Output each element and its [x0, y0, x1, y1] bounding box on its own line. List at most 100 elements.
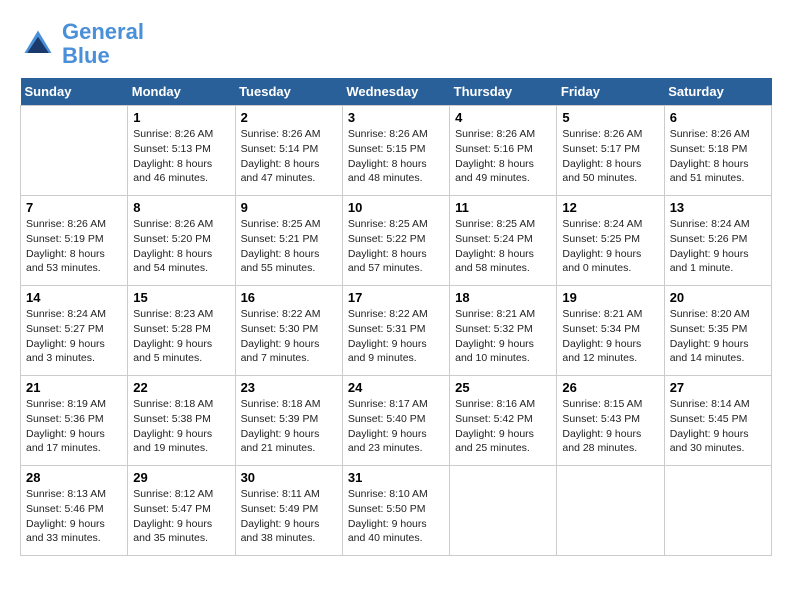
calendar-body: 1 Sunrise: 8:26 AMSunset: 5:13 PMDaylight…: [21, 106, 772, 556]
day-number: 4: [455, 110, 551, 125]
day-cell: 21Sunrise: 8:19 AMSunset: 5:36 PMDayligh…: [21, 376, 128, 466]
week-row-2: 7Sunrise: 8:26 AMSunset: 5:19 PMDaylight…: [21, 196, 772, 286]
day-number: 26: [562, 380, 658, 395]
day-info: Sunrise: 8:26 AMSunset: 5:13 PMDaylight:…: [133, 127, 229, 186]
header-cell-wednesday: Wednesday: [342, 78, 449, 106]
logo-icon: [20, 26, 56, 62]
day-number: 14: [26, 290, 122, 305]
logo-text: General Blue: [62, 20, 144, 68]
day-number: 13: [670, 200, 766, 215]
day-number: 7: [26, 200, 122, 215]
header-row: SundayMondayTuesdayWednesdayThursdayFrid…: [21, 78, 772, 106]
day-cell: [450, 466, 557, 556]
day-info: Sunrise: 8:25 AMSunset: 5:24 PMDaylight:…: [455, 217, 551, 276]
day-cell: [664, 466, 771, 556]
day-info: Sunrise: 8:17 AMSunset: 5:40 PMDaylight:…: [348, 397, 444, 456]
day-number: 17: [348, 290, 444, 305]
day-info: Sunrise: 8:19 AMSunset: 5:36 PMDaylight:…: [26, 397, 122, 456]
day-number: 29: [133, 470, 229, 485]
day-cell: 13 Sunrise: 8:24 AMSunset: 5:26 PMDayligh…: [664, 196, 771, 286]
day-cell: 15 Sunrise: 8:23 AMSunset: 5:28 PMDayligh…: [128, 286, 235, 376]
day-info: Sunrise: 8:26 AMSunset: 5:17 PMDaylight:…: [562, 127, 658, 186]
day-cell: 12 Sunrise: 8:24 AMSunset: 5:25 PMDayligh…: [557, 196, 664, 286]
day-number: 2: [241, 110, 337, 125]
day-cell: 17 Sunrise: 8:22 AMSunset: 5:31 PMDayligh…: [342, 286, 449, 376]
day-info: Sunrise: 8:26 AMSunset: 5:15 PMDaylight:…: [348, 127, 444, 186]
day-number: 3: [348, 110, 444, 125]
day-number: 19: [562, 290, 658, 305]
day-info: Sunrise: 8:26 AMSunset: 5:20 PMDaylight:…: [133, 217, 229, 276]
day-number: 15: [133, 290, 229, 305]
day-cell: 9 Sunrise: 8:25 AMSunset: 5:21 PMDaylight…: [235, 196, 342, 286]
day-cell: 20Sunrise: 8:20 AMSunset: 5:35 PMDayligh…: [664, 286, 771, 376]
day-cell: 24 Sunrise: 8:17 AMSunset: 5:40 PMDayligh…: [342, 376, 449, 466]
day-cell: 2 Sunrise: 8:26 AMSunset: 5:14 PMDaylight…: [235, 106, 342, 196]
day-info: Sunrise: 8:25 AMSunset: 5:22 PMDaylight:…: [348, 217, 444, 276]
day-cell: 28 Sunrise: 8:13 AMSunset: 5:46 PMDayligh…: [21, 466, 128, 556]
header-cell-tuesday: Tuesday: [235, 78, 342, 106]
day-cell: 27 Sunrise: 8:14 AMSunset: 5:45 PMDayligh…: [664, 376, 771, 466]
week-row-4: 21Sunrise: 8:19 AMSunset: 5:36 PMDayligh…: [21, 376, 772, 466]
day-info: Sunrise: 8:21 AMSunset: 5:34 PMDaylight:…: [562, 307, 658, 366]
day-info: Sunrise: 8:24 AMSunset: 5:25 PMDaylight:…: [562, 217, 658, 276]
day-number: 8: [133, 200, 229, 215]
day-cell: 23 Sunrise: 8:18 AMSunset: 5:39 PMDayligh…: [235, 376, 342, 466]
day-info: Sunrise: 8:14 AMSunset: 5:45 PMDaylight:…: [670, 397, 766, 456]
day-info: Sunrise: 8:24 AMSunset: 5:27 PMDaylight:…: [26, 307, 122, 366]
day-info: Sunrise: 8:18 AMSunset: 5:39 PMDaylight:…: [241, 397, 337, 456]
day-cell: 31Sunrise: 8:10 AMSunset: 5:50 PMDayligh…: [342, 466, 449, 556]
day-info: Sunrise: 8:22 AMSunset: 5:31 PMDaylight:…: [348, 307, 444, 366]
day-number: 27: [670, 380, 766, 395]
calendar-table: SundayMondayTuesdayWednesdayThursdayFrid…: [20, 78, 772, 556]
day-number: 10: [348, 200, 444, 215]
day-info: Sunrise: 8:26 AMSunset: 5:16 PMDaylight:…: [455, 127, 551, 186]
day-cell: 4 Sunrise: 8:26 AMSunset: 5:16 PMDaylight…: [450, 106, 557, 196]
day-cell: 6Sunrise: 8:26 AMSunset: 5:18 PMDaylight…: [664, 106, 771, 196]
day-cell: [557, 466, 664, 556]
day-number: 16: [241, 290, 337, 305]
day-info: Sunrise: 8:11 AMSunset: 5:49 PMDaylight:…: [241, 487, 337, 546]
day-cell: 25 Sunrise: 8:16 AMSunset: 5:42 PMDayligh…: [450, 376, 557, 466]
day-number: 12: [562, 200, 658, 215]
day-info: Sunrise: 8:18 AMSunset: 5:38 PMDaylight:…: [133, 397, 229, 456]
page-header: General Blue: [20, 20, 772, 68]
day-number: 24: [348, 380, 444, 395]
calendar-header: SundayMondayTuesdayWednesdayThursdayFrid…: [21, 78, 772, 106]
day-cell: [21, 106, 128, 196]
day-cell: 14 Sunrise: 8:24 AMSunset: 5:27 PMDayligh…: [21, 286, 128, 376]
header-cell-friday: Friday: [557, 78, 664, 106]
header-cell-sunday: Sunday: [21, 78, 128, 106]
day-number: 28: [26, 470, 122, 485]
day-number: 25: [455, 380, 551, 395]
day-cell: 11 Sunrise: 8:25 AMSunset: 5:24 PMDayligh…: [450, 196, 557, 286]
week-row-1: 1 Sunrise: 8:26 AMSunset: 5:13 PMDaylight…: [21, 106, 772, 196]
header-cell-thursday: Thursday: [450, 78, 557, 106]
day-cell: 8 Sunrise: 8:26 AMSunset: 5:20 PMDaylight…: [128, 196, 235, 286]
day-number: 11: [455, 200, 551, 215]
day-info: Sunrise: 8:10 AMSunset: 5:50 PMDaylight:…: [348, 487, 444, 546]
day-number: 9: [241, 200, 337, 215]
day-number: 20: [670, 290, 766, 305]
day-info: Sunrise: 8:26 AMSunset: 5:14 PMDaylight:…: [241, 127, 337, 186]
day-cell: 1 Sunrise: 8:26 AMSunset: 5:13 PMDaylight…: [128, 106, 235, 196]
day-info: Sunrise: 8:25 AMSunset: 5:21 PMDaylight:…: [241, 217, 337, 276]
day-info: Sunrise: 8:22 AMSunset: 5:30 PMDaylight:…: [241, 307, 337, 366]
day-number: 23: [241, 380, 337, 395]
day-info: Sunrise: 8:16 AMSunset: 5:42 PMDaylight:…: [455, 397, 551, 456]
day-info: Sunrise: 8:24 AMSunset: 5:26 PMDaylight:…: [670, 217, 766, 276]
day-cell: 18Sunrise: 8:21 AMSunset: 5:32 PMDayligh…: [450, 286, 557, 376]
day-info: Sunrise: 8:26 AMSunset: 5:18 PMDaylight:…: [670, 127, 766, 186]
day-info: Sunrise: 8:23 AMSunset: 5:28 PMDaylight:…: [133, 307, 229, 366]
day-cell: 3 Sunrise: 8:26 AMSunset: 5:15 PMDaylight…: [342, 106, 449, 196]
day-cell: 30Sunrise: 8:11 AMSunset: 5:49 PMDayligh…: [235, 466, 342, 556]
day-number: 5: [562, 110, 658, 125]
day-info: Sunrise: 8:13 AMSunset: 5:46 PMDaylight:…: [26, 487, 122, 546]
day-cell: 29Sunrise: 8:12 AMSunset: 5:47 PMDayligh…: [128, 466, 235, 556]
day-number: 18: [455, 290, 551, 305]
week-row-5: 28 Sunrise: 8:13 AMSunset: 5:46 PMDayligh…: [21, 466, 772, 556]
day-number: 22: [133, 380, 229, 395]
day-cell: 26Sunrise: 8:15 AMSunset: 5:43 PMDayligh…: [557, 376, 664, 466]
day-cell: 7Sunrise: 8:26 AMSunset: 5:19 PMDaylight…: [21, 196, 128, 286]
day-number: 1: [133, 110, 229, 125]
day-cell: 16 Sunrise: 8:22 AMSunset: 5:30 PMDayligh…: [235, 286, 342, 376]
